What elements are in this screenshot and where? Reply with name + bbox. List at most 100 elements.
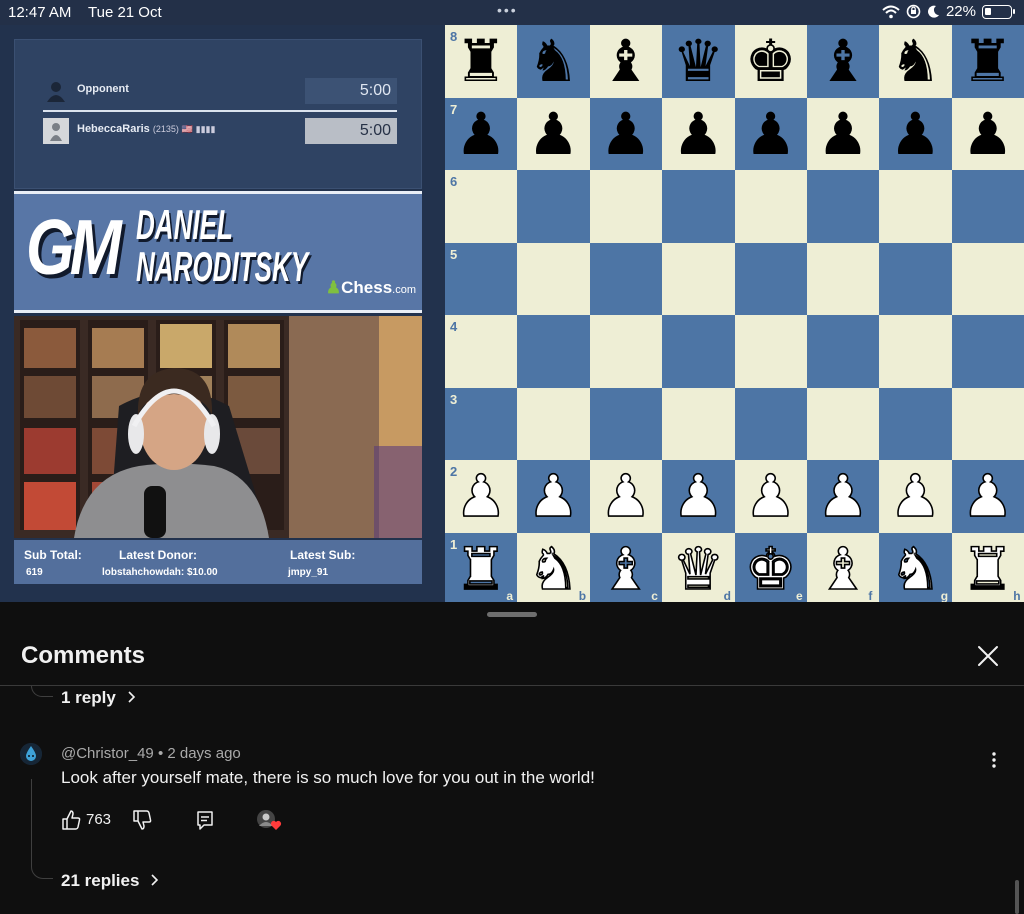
square-h5 xyxy=(951,242,1024,315)
square-h3 xyxy=(951,387,1024,460)
rank-label: 5 xyxy=(450,246,458,262)
white-pawn-icon: ♟ xyxy=(744,462,798,530)
wifi-icon xyxy=(882,5,900,18)
battery-percent: 22% xyxy=(945,3,976,20)
creator-heart-icon xyxy=(257,810,282,830)
sheet-drag-handle[interactable] xyxy=(487,612,537,617)
sub-total-value: 619 xyxy=(26,567,43,578)
streamer-banner: GM DANIEL NARODITSKY ♟Chess.com xyxy=(14,191,422,313)
previous-replies-label: 1 reply xyxy=(61,688,116,707)
player-name: HebeccaRaris (2135) 🇺🇸 ▮▮▮▮ xyxy=(77,123,215,135)
meta-separator: • xyxy=(157,745,168,762)
white-queen-icon: ♛ xyxy=(671,534,725,602)
player-flag: 🇺🇸 ▮▮▮▮ xyxy=(181,124,216,134)
black-bishop-icon: ♝ xyxy=(599,27,652,95)
comment-age: 2 days ago xyxy=(167,745,241,762)
square-c3 xyxy=(589,387,663,460)
square-e4 xyxy=(734,315,807,388)
multitask-dots[interactable]: ••• xyxy=(497,2,518,18)
square-b3 xyxy=(517,387,590,460)
square-f5 xyxy=(807,242,880,315)
chevron-right-icon xyxy=(151,874,159,886)
player-row: HebeccaRaris (2135) 🇺🇸 ▮▮▮▮ 5:00 xyxy=(43,118,397,144)
banner-name: DANIEL NARODITSKY xyxy=(136,204,308,288)
black-pawn-icon: ♟ xyxy=(455,99,507,168)
white-pawn-icon: ♟ xyxy=(527,462,581,530)
donor-value: lobstahchowdah: $10.00 xyxy=(102,567,218,578)
black-pawn-icon: ♟ xyxy=(527,99,580,168)
orientation-lock-icon xyxy=(906,4,921,19)
thread-connector xyxy=(31,686,53,697)
white-pawn-icon: ♟ xyxy=(671,462,725,530)
square-g4 xyxy=(879,315,952,388)
white-pawn-icon: ♟ xyxy=(961,462,1015,530)
view-replies-link[interactable]: 21 replies xyxy=(61,871,160,891)
player-clock: 5:00 xyxy=(305,118,397,144)
close-icon[interactable] xyxy=(972,640,1004,672)
comment-avatar[interactable] xyxy=(20,743,42,765)
comments-title: Comments xyxy=(21,642,146,669)
player-avatar xyxy=(43,118,69,144)
dislike-icon[interactable] xyxy=(131,809,153,831)
scrollbar[interactable] xyxy=(1015,880,1019,914)
square-g5 xyxy=(879,242,952,315)
square-h4 xyxy=(951,315,1024,388)
opponent-row: Opponent 5:00 xyxy=(43,78,397,104)
battery-icon xyxy=(982,4,1015,19)
white-pawn-icon: ♟ xyxy=(889,462,943,530)
chesscom-pawn-icon: ♟ xyxy=(325,278,342,297)
chesscom-logo: ♟Chess.com xyxy=(326,278,416,298)
square-d3 xyxy=(662,387,735,460)
square-b5 xyxy=(517,242,590,315)
square-e6 xyxy=(734,170,807,243)
black-bishop-icon: ♝ xyxy=(817,27,869,95)
comment-author[interactable]: @Christor_49 xyxy=(61,745,154,762)
video-player[interactable]: Opponent 5:00 HebeccaRaris (2135) 🇺🇸 ▮▮▮… xyxy=(0,25,1024,602)
status-time: 12:47 AM xyxy=(8,4,72,21)
stream-stats-bar: Sub Total: 619 Latest Donor: lobstahchow… xyxy=(14,540,422,584)
player-divider xyxy=(43,110,397,112)
chevron-right-icon xyxy=(127,691,135,703)
white-rook-icon: ♜ xyxy=(961,534,1015,602)
comments-sheet: Comments 1 reply @Christor_49 • 2 days a… xyxy=(0,602,1024,914)
white-rook-icon: ♜ xyxy=(454,534,508,602)
black-rook-icon: ♜ xyxy=(961,27,1014,95)
black-rook-icon: ♜ xyxy=(455,27,507,95)
player-panel: Opponent 5:00 HebeccaRaris (2135) 🇺🇸 ▮▮▮… xyxy=(14,39,422,189)
chesscom-brand: Chess xyxy=(341,278,393,297)
banner-last-name: NARODITSKY xyxy=(136,243,309,290)
black-pawn-icon: ♟ xyxy=(599,99,652,168)
square-c5 xyxy=(589,242,663,315)
header-divider xyxy=(0,685,1024,686)
comment-text: Look after yourself mate, there is so mu… xyxy=(61,768,595,787)
square-e3 xyxy=(734,387,807,460)
banner-gm: GM xyxy=(26,203,122,291)
player-username: HebeccaRaris xyxy=(77,123,150,135)
previous-replies-link[interactable]: 1 reply xyxy=(61,688,137,708)
square-h6 xyxy=(951,170,1024,243)
square-e5 xyxy=(734,242,807,315)
rank-label: 3 xyxy=(450,391,458,407)
chessboard: 8 7 6 5 4 3 2 1 a b c d e f g h ♜ ♟ ♟ ♜ ♞ ♟ ♟ ♞ ♝ ♟ ♟ ♝ ♛ ♟ ♟ ♛ ♚ ♟ ♟ ♚ ♝ ♟ ♟ ♝… xyxy=(445,25,1024,602)
reply-icon[interactable] xyxy=(194,809,216,831)
comment-meta: @Christor_49 • 2 days ago xyxy=(61,745,241,762)
opponent-avatar xyxy=(47,82,65,102)
square-c4 xyxy=(589,315,663,388)
like-icon[interactable] xyxy=(60,809,82,831)
white-pawn-icon: ♟ xyxy=(454,462,508,530)
like-count: 763 xyxy=(86,811,112,828)
square-b4 xyxy=(517,315,590,388)
black-pawn-icon: ♟ xyxy=(961,99,1014,168)
opponent-clock: 5:00 xyxy=(305,78,397,104)
square-d5 xyxy=(662,242,735,315)
thread-connector xyxy=(31,779,53,879)
square-g6 xyxy=(879,170,952,243)
donor-label: Latest Donor: xyxy=(119,548,197,562)
square-b6 xyxy=(517,170,590,243)
square-g3 xyxy=(879,387,952,460)
status-icons: 22% xyxy=(882,3,1015,20)
white-pawn-icon: ♟ xyxy=(599,462,653,530)
banner-first-name: DANIEL xyxy=(136,201,233,248)
latest-sub-value: jmpy_91 xyxy=(288,567,329,578)
more-options-icon[interactable] xyxy=(982,748,1006,772)
